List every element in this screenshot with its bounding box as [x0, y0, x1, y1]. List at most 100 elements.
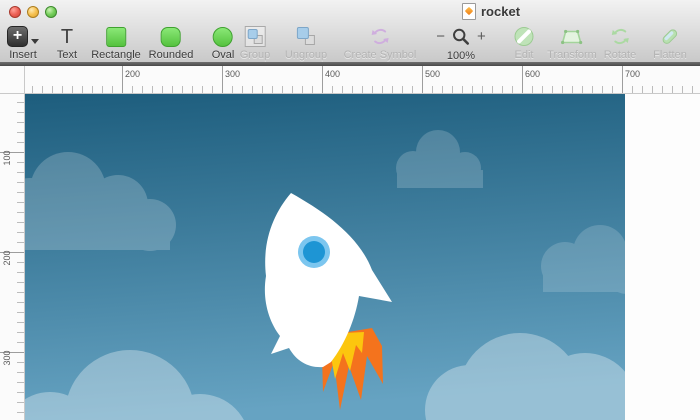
ruler-label: 700 [625, 69, 640, 79]
ruler-tick [17, 132, 24, 133]
ruler-tick [17, 232, 24, 233]
ruler-major-tick [222, 66, 223, 93]
ungroup-label: Ungroup [285, 49, 327, 61]
ruler-tick [352, 86, 353, 93]
group-label: Group [240, 49, 271, 61]
group-button[interactable]: Group [240, 25, 271, 61]
rectangle-tool-button[interactable]: Rectangle [91, 25, 141, 61]
rectangle-icon [106, 27, 126, 47]
rotate-icon [609, 26, 630, 47]
ruler-tick [392, 86, 393, 93]
ruler-major-tick [522, 66, 523, 93]
ruler-tick [17, 312, 24, 313]
zoom-in-button[interactable]: + [477, 27, 486, 47]
rounded-tool-button[interactable]: Rounded [149, 25, 194, 61]
create-symbol-button[interactable]: Create Symbol [344, 25, 417, 61]
ruler-label: 300 [225, 69, 240, 79]
transform-button[interactable]: Transform [547, 25, 597, 61]
ruler-tick [17, 282, 24, 283]
ruler-tick [552, 86, 553, 93]
ruler-tick [282, 86, 283, 93]
ruler-tick [412, 86, 413, 93]
ruler-tick [202, 86, 203, 93]
ruler-tick [17, 162, 24, 163]
ruler-tick [312, 86, 313, 93]
ruler-tick [582, 86, 583, 93]
ruler-tick [632, 86, 633, 93]
ruler-tick [482, 86, 483, 93]
ruler-tick [52, 86, 53, 93]
zoom-level: 100% [447, 50, 475, 62]
rounded-rect-icon [161, 27, 181, 47]
zoom-out-button[interactable]: − [436, 27, 445, 47]
ruler-tick [242, 86, 243, 93]
ruler-tick [652, 86, 653, 93]
canvas-area[interactable] [25, 94, 700, 420]
insert-button[interactable]: + Insert [7, 25, 39, 61]
ruler-tick [17, 402, 24, 403]
horizontal-ruler[interactable]: 200300400500600700 [25, 66, 700, 94]
ruler-tick [17, 362, 24, 363]
titlebox: rocket [462, 2, 520, 20]
text-tool-icon: T [61, 26, 73, 48]
ruler-tick [262, 86, 263, 93]
ruler-tick [232, 86, 233, 93]
ruler-label: 200 [125, 69, 140, 79]
ruler-tick [292, 86, 293, 93]
zoom-window-button[interactable] [45, 6, 57, 18]
ruler-tick [592, 86, 593, 93]
ruler-tick [562, 86, 563, 93]
ruler-tick [17, 322, 24, 323]
ruler-tick [17, 382, 24, 383]
minimize-window-button[interactable] [27, 6, 39, 18]
ruler-tick [462, 86, 463, 93]
ruler-tick [472, 86, 473, 93]
rocket-artboard[interactable] [25, 94, 625, 420]
text-label: Text [57, 49, 77, 61]
ruler-label: 600 [525, 69, 540, 79]
zoom-cluster: − + 100% [436, 25, 486, 62]
ruler-major-tick [122, 66, 123, 93]
ruler-tick [72, 86, 73, 93]
ruler-tick [432, 86, 433, 93]
ruler-tick [182, 86, 183, 93]
edit-button[interactable]: Edit [514, 25, 535, 61]
ruler-tick [512, 86, 513, 93]
ruler-tick [132, 86, 133, 93]
rotate-button[interactable]: Rotate [604, 25, 636, 61]
ruler-tick [662, 86, 663, 93]
flatten-button[interactable]: Flatten [653, 25, 687, 61]
window-header[interactable]: rocket + Insert T Text Rectangle Rounded [0, 0, 700, 62]
ruler-tick [17, 222, 24, 223]
create-symbol-label: Create Symbol [344, 49, 417, 61]
ruler-tick [17, 332, 24, 333]
ruler-tick [682, 86, 683, 93]
ruler-tick [152, 86, 153, 93]
ruler-tick [672, 86, 673, 93]
ruler-tick [692, 86, 693, 93]
close-window-button[interactable] [9, 6, 21, 18]
ruler-corner [0, 66, 25, 94]
ruler-tick [442, 86, 443, 93]
transform-label: Transform [547, 49, 597, 61]
vertical-ruler[interactable]: 100200300 [0, 94, 25, 420]
magnifier-icon[interactable] [451, 27, 471, 47]
ruler-tick [192, 86, 193, 93]
ruler-tick [17, 192, 24, 193]
oval-tool-button[interactable]: Oval [212, 25, 235, 61]
ruler-tick [102, 86, 103, 93]
ruler-tick [572, 86, 573, 93]
ruler-tick [17, 242, 24, 243]
ungroup-button[interactable]: Ungroup [285, 25, 327, 61]
ruler-tick [17, 272, 24, 273]
ruler-label: 400 [325, 69, 340, 79]
ruler-label: 300 [2, 348, 12, 368]
ruler-tick [17, 172, 24, 173]
ruler-tick [17, 262, 24, 263]
ruler-tick [17, 342, 24, 343]
text-tool-button[interactable]: T Text [57, 25, 77, 61]
ruler-tick [17, 102, 24, 103]
ruler-tick [17, 142, 24, 143]
ruler-tick [382, 86, 383, 93]
ruler-tick [502, 86, 503, 93]
